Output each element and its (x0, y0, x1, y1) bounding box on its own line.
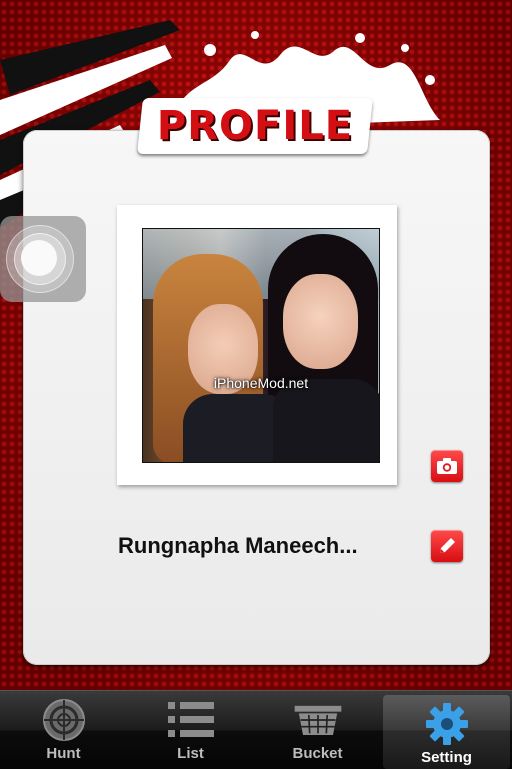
tab-setting[interactable]: Setting (383, 695, 510, 769)
page-title-badge: PROFILE (137, 98, 373, 154)
profile-name: Rungnapha Maneech... (118, 533, 358, 558)
camera-icon (437, 458, 457, 474)
gear-icon (425, 703, 468, 745)
assistive-touch-icon (21, 240, 57, 276)
page-title: PROFILE (156, 103, 354, 149)
assistive-touch-button[interactable] (0, 216, 86, 302)
edit-name-button[interactable] (431, 530, 463, 562)
change-photo-button[interactable] (431, 450, 463, 482)
tab-bucket[interactable]: Bucket (254, 691, 381, 769)
tab-hunt[interactable]: Hunt (0, 691, 127, 769)
tab-bar: Hunt List Bucket Setting (0, 690, 512, 769)
tab-label: List (177, 745, 204, 762)
basket-icon (294, 705, 341, 735)
tab-label: Bucket (292, 745, 343, 762)
profile-photo[interactable]: iPhoneMod.net (142, 228, 380, 463)
tab-list[interactable]: List (127, 691, 254, 769)
crosshair-icon (42, 699, 85, 741)
pencil-icon (440, 538, 455, 553)
tab-label: Setting (421, 749, 472, 766)
photo-watermark: iPhoneMod.net (213, 375, 309, 391)
list-icon (167, 702, 214, 737)
tab-label: Hunt (46, 745, 81, 762)
